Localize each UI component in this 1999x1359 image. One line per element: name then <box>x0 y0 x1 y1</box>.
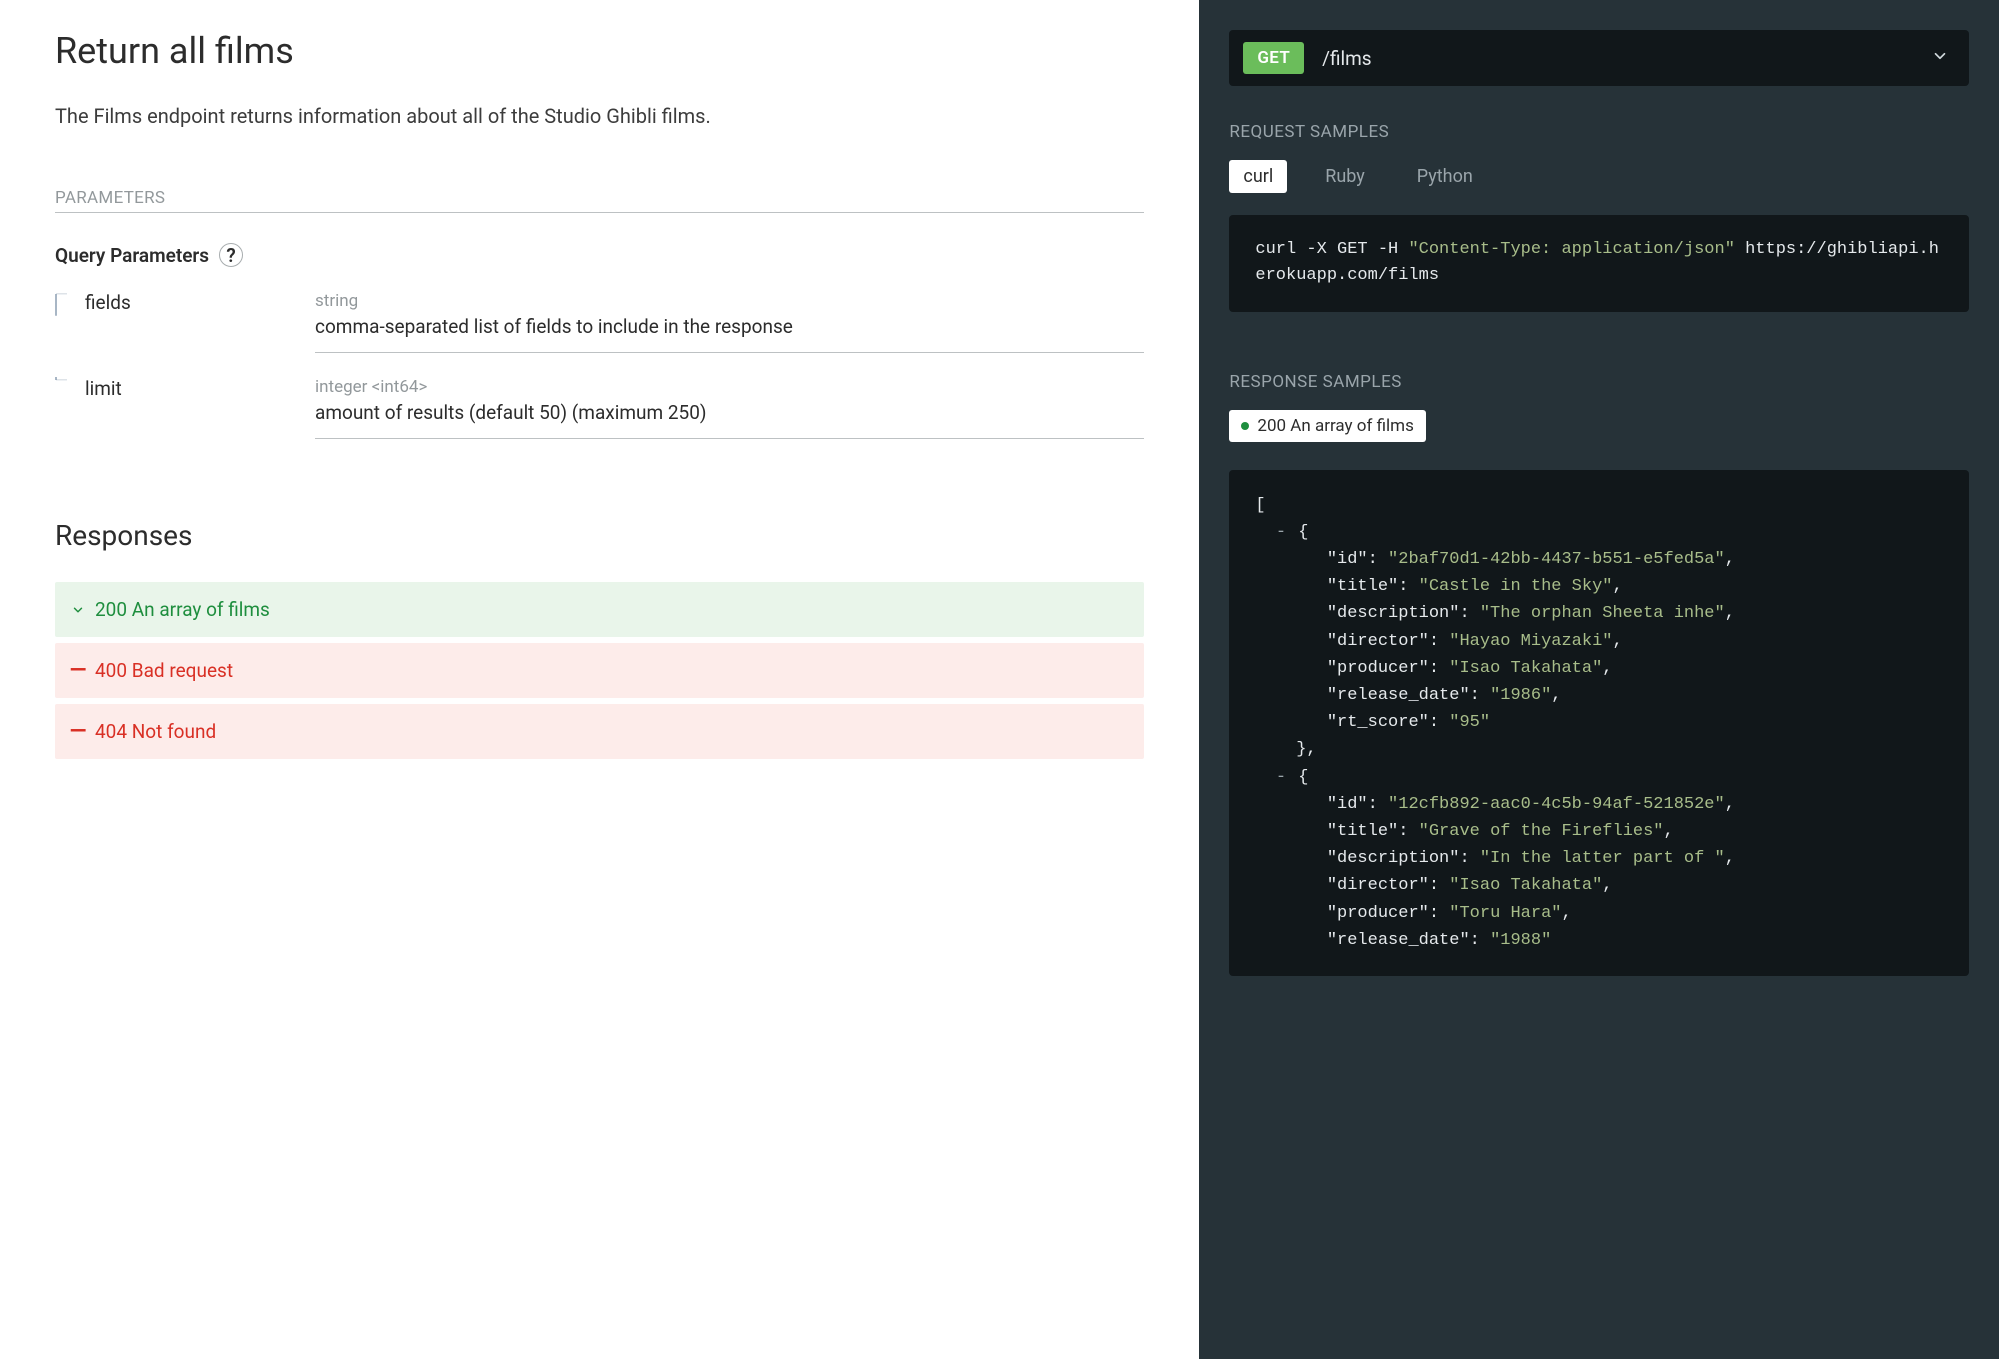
parameter-row: fields string comma-separated list of fiel… <box>55 291 1144 353</box>
responses-heading: Responses <box>55 519 1144 552</box>
endpoint-path: /films <box>1322 47 1931 70</box>
response-row-404[interactable]: —404 Not found <box>55 704 1144 759</box>
response-row-label: 200 An array of films <box>95 598 270 621</box>
request-samples-label: REQUEST SAMPLES <box>1229 122 1969 142</box>
parameter-row: limit integer <int64> amount of results (d… <box>55 377 1144 439</box>
parameter-body: integer <int64> amount of results (defaul… <box>315 377 1144 439</box>
chevron-down-icon <box>1931 47 1949 69</box>
http-method-badge: GET <box>1243 42 1304 74</box>
responses-list: 200 An array of films —400 Bad request —40… <box>55 582 1144 759</box>
page-title: Return all films <box>55 30 1144 72</box>
parameter-body: string comma-separated list of fields to … <box>315 291 1144 353</box>
request-sample-tabs: curl Ruby Python <box>1229 160 1969 193</box>
request-sample-code: curl -X GET -H "Content-Type: applicatio… <box>1229 215 1969 312</box>
parameter-name-cell: fields <box>55 291 315 316</box>
response-status-chip[interactable]: 200 An array of films <box>1229 410 1425 442</box>
response-sample-json: [ - { "id": "2baf70d1-42bb-4437-b551-e5f… <box>1229 470 1969 976</box>
query-parameters-text: Query Parameters <box>55 244 209 267</box>
response-row-400[interactable]: —400 Bad request <box>55 643 1144 698</box>
parameter-type: string <box>315 291 1144 311</box>
parameter-type: integer <int64> <box>315 377 1144 397</box>
tab-curl[interactable]: curl <box>1229 160 1287 193</box>
parameters-section-label: PARAMETERS <box>55 188 1144 213</box>
status-dot-icon <box>1241 422 1249 430</box>
response-chip-text: 200 An array of films <box>1257 416 1413 436</box>
parameter-description: comma-separated list of fields to includ… <box>315 315 1144 338</box>
response-row-label: 404 Not found <box>95 720 216 743</box>
tree-connector-icon <box>55 377 71 402</box>
doc-left-panel: Return all films The Films endpoint retu… <box>0 0 1199 1359</box>
chevron-down-icon <box>71 603 85 617</box>
query-parameters-heading: Query Parameters ? <box>55 243 1144 267</box>
samples-right-panel: GET /films REQUEST SAMPLES curl Ruby Pytho… <box>1199 0 1999 1359</box>
parameter-name: limit <box>71 377 122 402</box>
parameters-table: fields string comma-separated list of fiel… <box>55 291 1144 439</box>
parameter-description: amount of results (default 50) (maximum … <box>315 401 1144 424</box>
response-samples-label: RESPONSE SAMPLES <box>1229 372 1969 392</box>
tab-ruby[interactable]: Ruby <box>1311 160 1379 193</box>
response-row-label: 400 Bad request <box>95 659 233 682</box>
response-row-200[interactable]: 200 An array of films <box>55 582 1144 637</box>
parameter-name-cell: limit <box>55 377 315 402</box>
tree-connector-icon <box>55 291 71 316</box>
help-icon[interactable]: ? <box>219 243 243 267</box>
tab-python[interactable]: Python <box>1403 160 1487 193</box>
parameter-name: fields <box>71 291 131 316</box>
page-description: The Films endpoint returns information a… <box>55 104 1144 128</box>
endpoint-selector[interactable]: GET /films <box>1229 30 1969 86</box>
